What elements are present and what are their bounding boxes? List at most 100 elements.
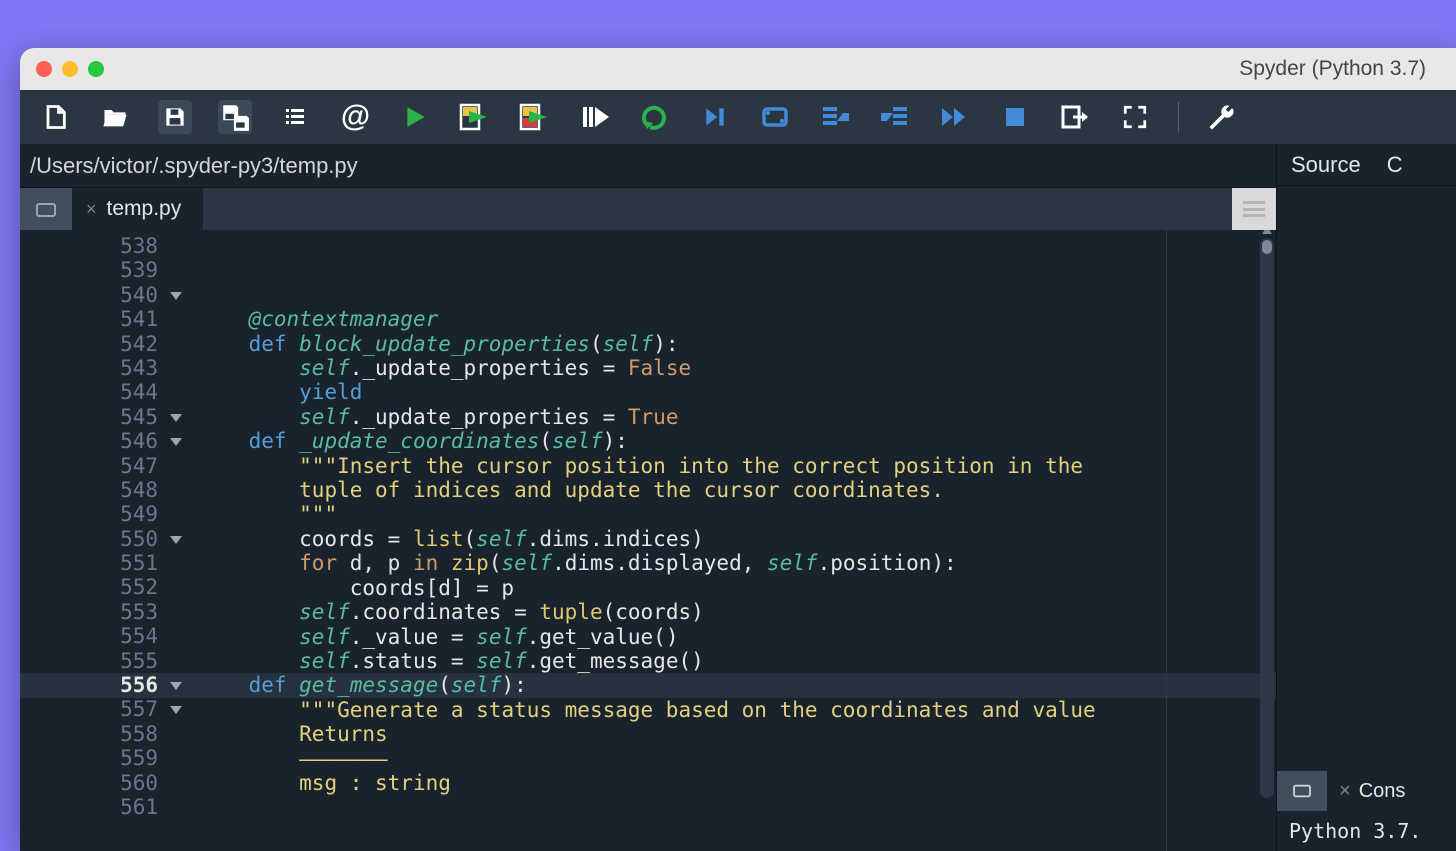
step-into-icon[interactable] — [818, 100, 852, 134]
console-line: Python 3.7. — [1289, 819, 1421, 843]
line-number: 540 — [20, 283, 158, 307]
file-tab-label: temp.py — [107, 197, 182, 221]
line-number: 551 — [20, 551, 158, 575]
main-toolbar: @ — [20, 90, 1456, 144]
new-file-icon[interactable] — [38, 100, 72, 134]
right-tab-2[interactable]: C — [1387, 152, 1403, 178]
line-number: 552 — [20, 575, 158, 599]
save-icon[interactable] — [158, 100, 192, 134]
line-number: 539 — [20, 258, 158, 282]
line-number: 545 — [20, 405, 158, 429]
close-tab-icon[interactable]: × — [86, 199, 97, 220]
code-editor[interactable]: 5385395405415425435445455465475485495505… — [20, 230, 1276, 851]
open-folder-icon[interactable] — [98, 100, 132, 134]
at-icon[interactable]: @ — [338, 100, 372, 134]
code-area[interactable]: @contextmanager def block_update_propert… — [198, 230, 1276, 851]
fold-icon[interactable] — [170, 292, 182, 300]
code-line[interactable]: tuple of indices and update the cursor c… — [198, 478, 1276, 502]
line-number: 546 — [20, 429, 158, 453]
line-number: 559 — [20, 746, 158, 770]
rerun-icon[interactable] — [638, 100, 672, 134]
console-tab-bar: × Cons — [1277, 771, 1456, 811]
line-number: 556 — [20, 673, 158, 697]
right-pane-tabs: Source C — [1277, 144, 1456, 186]
editor-pane: /Users/victor/.spyder-py3/temp.py × temp… — [20, 144, 1276, 851]
line-number: 542 — [20, 332, 158, 356]
list-icon[interactable] — [278, 100, 312, 134]
step-icon[interactable] — [578, 100, 612, 134]
run-cell-advance-icon[interactable] — [518, 100, 552, 134]
line-number: 541 — [20, 307, 158, 331]
tab-menu-icon[interactable] — [1232, 188, 1276, 230]
console-tab-label: Cons — [1359, 780, 1406, 803]
code-line[interactable]: """Insert the cursor position into the c… — [198, 454, 1276, 478]
code-line[interactable]: """Generate a status message based on th… — [198, 698, 1276, 722]
toolbar-separator — [1178, 102, 1179, 132]
code-line[interactable]: def get_message(self): — [198, 673, 1276, 697]
code-line[interactable]: msg : string — [198, 771, 1276, 795]
browse-tabs-icon[interactable] — [20, 188, 72, 230]
code-line[interactable]: self._value = self.get_value() — [198, 625, 1276, 649]
fast-forward-icon[interactable] — [938, 100, 972, 134]
exit-debug-icon[interactable] — [1058, 100, 1092, 134]
save-all-icon[interactable] — [218, 100, 252, 134]
console-output: Python 3.7. — [1277, 811, 1456, 851]
line-number: 544 — [20, 380, 158, 404]
line-number: 547 — [20, 454, 158, 478]
titlebar: Spyder (Python 3.7) — [20, 48, 1456, 90]
fold-icon[interactable] — [170, 706, 182, 714]
fold-icon[interactable] — [170, 438, 182, 446]
wrench-icon[interactable] — [1205, 100, 1239, 134]
line-number: 549 — [20, 502, 158, 526]
code-line[interactable]: coords = list(self.dims.indices) — [198, 527, 1276, 551]
fold-icon[interactable] — [170, 414, 182, 422]
app-window: Spyder (Python 3.7) @ — [20, 48, 1456, 851]
code-line[interactable]: for d, p in zip(self.dims.displayed, sel… — [198, 551, 1276, 575]
code-line[interactable]: coords[d] = p — [198, 576, 1276, 600]
minimize-window-button[interactable] — [62, 61, 78, 77]
code-line[interactable]: self.coordinates = tuple(coords) — [198, 600, 1276, 624]
line-number: 553 — [20, 600, 158, 624]
loop-icon[interactable] — [758, 100, 792, 134]
right-pane: Source C × Cons Python 3.7. — [1276, 144, 1456, 851]
maximize-icon[interactable] — [1118, 100, 1152, 134]
zoom-window-button[interactable] — [88, 61, 104, 77]
file-tab[interactable]: × temp.py — [72, 188, 203, 230]
line-number: 550 — [20, 527, 158, 551]
editor-tab-bar: × temp.py — [20, 188, 1276, 230]
line-number: 560 — [20, 771, 158, 795]
stop-icon[interactable] — [998, 100, 1032, 134]
console-tab[interactable]: × Cons — [1327, 771, 1456, 811]
line-number: 557 — [20, 697, 158, 721]
code-line[interactable]: ——————— — [198, 747, 1276, 771]
run-cell-icon[interactable] — [458, 100, 492, 134]
close-console-icon[interactable]: × — [1339, 780, 1351, 803]
fold-icon[interactable] — [170, 536, 182, 544]
line-number: 555 — [20, 649, 158, 673]
code-line[interactable]: self._update_properties = True — [198, 405, 1276, 429]
close-window-button[interactable] — [36, 61, 52, 77]
code-line[interactable]: self.status = self.get_message() — [198, 649, 1276, 673]
line-number: 561 — [20, 795, 158, 819]
code-line[interactable]: self._update_properties = False — [198, 356, 1276, 380]
code-line[interactable]: def _update_coordinates(self): — [198, 429, 1276, 453]
line-gutter: 5385395405415425435445455465475485495505… — [20, 230, 198, 851]
fold-icon[interactable] — [170, 682, 182, 690]
code-line[interactable]: Returns — [198, 722, 1276, 746]
code-line[interactable]: yield — [198, 380, 1276, 404]
line-number: 538 — [20, 234, 158, 258]
code-line[interactable]: def block_update_properties(self): — [198, 332, 1276, 356]
source-tab[interactable]: Source — [1291, 152, 1361, 178]
code-line[interactable]: """ — [198, 502, 1276, 526]
file-path: /Users/victor/.spyder-py3/temp.py — [20, 144, 1276, 188]
console-browse-icon[interactable] — [1277, 771, 1327, 811]
code-line[interactable]: @contextmanager — [198, 307, 1276, 331]
step-out-icon[interactable] — [878, 100, 912, 134]
line-number: 548 — [20, 478, 158, 502]
run-icon[interactable] — [398, 100, 432, 134]
line-number: 543 — [20, 356, 158, 380]
window-title: Spyder (Python 3.7) — [1239, 57, 1426, 81]
line-number: 558 — [20, 722, 158, 746]
line-number: 554 — [20, 624, 158, 648]
skip-end-icon[interactable] — [698, 100, 732, 134]
